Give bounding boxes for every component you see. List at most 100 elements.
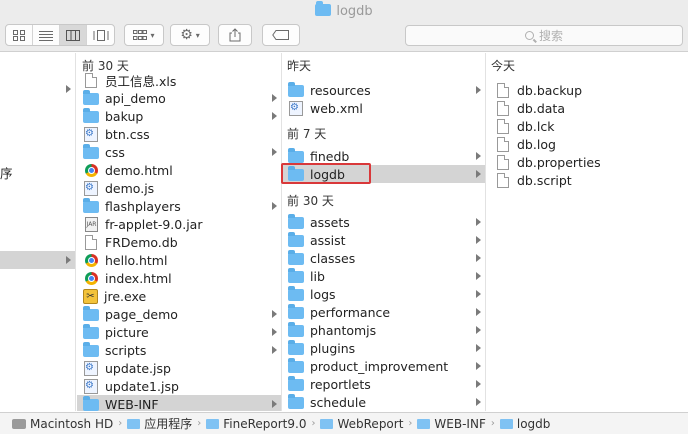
column-browser: 序 前 30 天 员工信息.xlsapi_demobakup btn.css css… [0, 53, 688, 411]
folder-icon [288, 82, 304, 97]
list-view-button[interactable] [33, 25, 60, 45]
path-bar: Macintosh HD › 应用程序 › FineReport9.0 › WebRepor… [0, 412, 688, 434]
file-row-5[interactable]: demo.html [77, 161, 281, 179]
crumb-label: Macintosh HD [30, 416, 114, 431]
path-crumb[interactable]: logdb [499, 417, 550, 431]
chevron-right-icon [476, 152, 481, 160]
file-row-f1[interactable]: db.data [487, 99, 688, 117]
folder-row-m10[interactable]: schedule [283, 393, 485, 411]
file-row-8[interactable]: JAR fr-applet-9.0.jar [77, 215, 281, 233]
chrome-html-icon [85, 271, 98, 285]
folder-icon [83, 144, 99, 159]
icon-view-button[interactable] [6, 25, 33, 45]
column-view-button[interactable] [60, 25, 87, 45]
item-label: plugins [310, 340, 356, 356]
folder-row-m7[interactable]: plugins [283, 339, 485, 357]
search-field[interactable]: 搜索 [405, 25, 683, 46]
folder-icon [320, 418, 334, 429]
folder-row-13[interactable]: page_demo [77, 305, 281, 323]
crumb-label: WebReport [337, 416, 404, 431]
path-crumb[interactable]: WEB-INF [417, 417, 486, 431]
file-row-17[interactable]: update1.jsp [77, 377, 281, 395]
file-row-y1[interactable]: web.xml [283, 99, 485, 117]
folder-row-m1[interactable]: assist [283, 231, 485, 249]
path-crumb[interactable]: WebReport [320, 417, 403, 431]
folder-icon [288, 340, 304, 355]
item-label: db.lck [517, 118, 555, 134]
item-label: reportlets [310, 376, 371, 392]
file-row-f5[interactable]: db.script [487, 171, 688, 189]
gallery-view-button[interactable] [87, 25, 114, 45]
file-row-f0[interactable]: db.backup [487, 81, 688, 99]
folder-row-m8[interactable]: product_improvement [283, 357, 485, 375]
file-row-f4[interactable]: db.properties [487, 153, 688, 171]
file-row-6[interactable]: demo.js [77, 179, 281, 197]
chevron-right-icon [272, 94, 277, 102]
folder-row-m0[interactable]: assets [283, 213, 485, 231]
file-row-f3[interactable]: db.log [487, 135, 688, 153]
path-crumb[interactable]: 应用程序 [127, 415, 192, 432]
chevron-right-icon [476, 380, 481, 388]
highlight-box [281, 163, 371, 184]
path-separator-icon: › [408, 418, 413, 429]
chevron-right-icon [272, 400, 277, 408]
file-row-3[interactable]: btn.css [77, 125, 281, 143]
item-label: schedule [310, 394, 367, 410]
folder-row-m5[interactable]: performance [283, 303, 485, 321]
item-label: update1.jsp [105, 378, 179, 394]
tag-icon [272, 30, 289, 40]
item-label: scripts [105, 342, 147, 358]
file-row-10[interactable]: hello.html [77, 251, 281, 269]
chevron-right-icon [476, 236, 481, 244]
chrome-html-icon [85, 253, 98, 267]
chevron-down-icon: ▾ [195, 30, 200, 40]
item-label: assets [310, 214, 350, 230]
folder-row-m3[interactable]: lib [283, 267, 485, 285]
file-row-16[interactable]: update.jsp [77, 359, 281, 377]
group-by-button[interactable]: ▾ [124, 24, 164, 46]
script-file-icon [84, 126, 98, 142]
path-crumb[interactable]: Macintosh HD [12, 417, 113, 431]
icon-view-icon [12, 29, 25, 41]
item-label: lib [310, 268, 325, 284]
item-label: css [105, 144, 125, 160]
file-row-9[interactable]: FRDemo.db [77, 233, 281, 251]
folder-row-2[interactable]: bakup [77, 107, 281, 125]
folder-icon [83, 90, 99, 105]
file-row-11[interactable]: index.html [77, 269, 281, 287]
path-crumb[interactable]: FineReport9.0 [206, 417, 306, 431]
folder-row-m4[interactable]: logs [283, 285, 485, 303]
folder-row-4[interactable]: css [77, 143, 281, 161]
item-label: FRDemo.db [105, 234, 178, 250]
column-0: 序 [0, 53, 76, 411]
action-button[interactable]: ⚙ ▾ [170, 24, 210, 46]
document-icon [497, 154, 509, 170]
folder-row-m2[interactable]: classes [283, 249, 485, 267]
folder-row-15[interactable]: scripts [77, 341, 281, 359]
folder-row-14[interactable]: picture [77, 323, 281, 341]
file-row-12[interactable]: ✂ jre.exe [77, 287, 281, 305]
script-file-icon [84, 180, 98, 196]
tag-button[interactable] [262, 24, 300, 46]
folder-row-18[interactable]: WEB-INF [77, 395, 281, 411]
folder-icon [288, 232, 304, 247]
folder-icon [288, 394, 304, 409]
folder-row-1[interactable]: api_demo [77, 89, 281, 107]
share-button[interactable] [218, 24, 252, 46]
partial-item-label: 序 [0, 166, 13, 181]
share-icon [229, 28, 241, 42]
crumb-label: 应用程序 [144, 417, 193, 431]
file-row-f2[interactable]: db.lck [487, 117, 688, 135]
folder-row-y0[interactable]: resources [283, 81, 485, 99]
file-row-0[interactable]: 员工信息.xls [77, 71, 281, 89]
path-separator-icon: › [118, 418, 123, 429]
item-label: demo.js [105, 180, 155, 196]
crumb-label: FineReport9.0 [223, 416, 307, 431]
group-header-7days: 前 7 天 [287, 126, 327, 141]
folder-row-m9[interactable]: reportlets [283, 375, 485, 393]
folder-row-7[interactable]: flashplayers [77, 197, 281, 215]
folder-row-m6[interactable]: phantomjs [283, 321, 485, 339]
selected-row[interactable] [0, 251, 75, 269]
path-separator-icon: › [197, 418, 202, 429]
chevron-right-icon [476, 326, 481, 334]
